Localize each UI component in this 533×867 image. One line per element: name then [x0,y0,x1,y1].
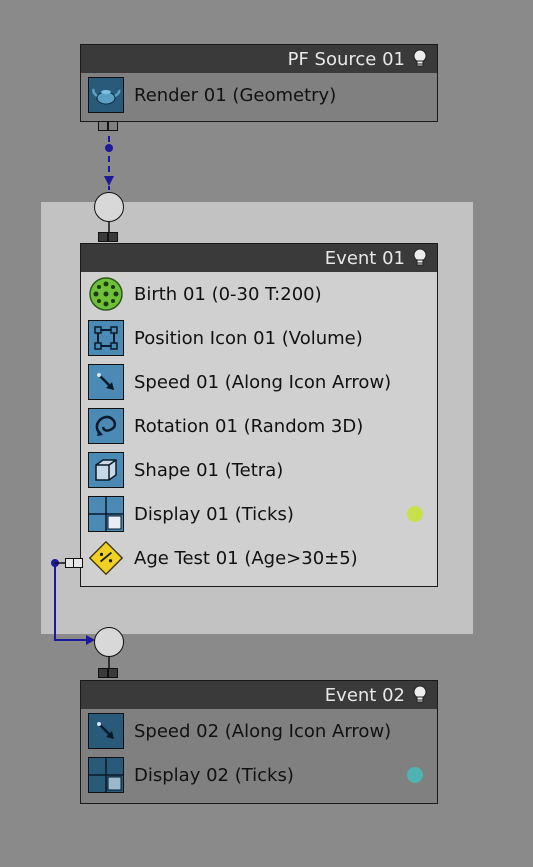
display-icon [88,496,124,532]
operator-label: Display 01 (Ticks) [134,503,294,525]
status-dot [407,767,423,783]
node-title: Event 01 [324,247,405,269]
teapot-icon [88,77,124,113]
operator-label: Age Test 01 (Age>30±5) [134,547,358,569]
event02-node[interactable]: Event 02 Speed 02 (Along Icon Arrow) Dis… [80,680,438,804]
lightbulb-icon[interactable] [411,248,429,268]
event01-node[interactable]: Event 01 Birth 01 (0-30 T:200) Position … [80,243,438,587]
speed-icon [88,364,124,400]
test-output-port[interactable] [73,558,83,568]
output-port[interactable] [98,121,108,131]
operator-label: Shape 01 (Tetra) [134,459,284,481]
lightbulb-icon[interactable] [411,685,429,705]
operator-label: Render 01 (Geometry) [134,84,337,106]
age-test-icon [88,540,124,576]
operator-row[interactable]: Rotation 01 (Random 3D) [81,404,437,448]
operator-row[interactable]: Display 02 (Ticks) [81,753,437,797]
wire-arrow [104,176,114,186]
output-port[interactable] [108,121,118,131]
node-header[interactable]: Event 02 [81,681,437,709]
shape-icon [88,452,124,488]
input-port[interactable] [98,668,108,678]
lightbulb-icon[interactable] [411,49,429,69]
event02-input-connector[interactable] [94,627,124,657]
event01-input-connector[interactable] [94,192,124,222]
node-title: Event 02 [324,684,405,706]
node-title: PF Source 01 [287,48,405,70]
speed-icon [88,713,124,749]
rotation-icon [88,408,124,444]
input-port[interactable] [98,232,108,242]
operator-label: Speed 02 (Along Icon Arrow) [134,720,392,742]
wire-dot [105,144,113,152]
input-port[interactable] [108,232,118,242]
operator-row[interactable]: Shape 01 (Tetra) [81,448,437,492]
operator-label: Position Icon 01 (Volume) [134,327,363,349]
status-dot [407,506,423,522]
operator-row[interactable]: Age Test 01 (Age>30±5) [81,536,437,580]
display-icon [88,757,124,793]
operator-row[interactable]: Speed 02 (Along Icon Arrow) [81,709,437,753]
birth-icon [88,276,124,312]
operator-row[interactable]: Display 01 (Ticks) [81,492,437,536]
operator-label: Display 02 (Ticks) [134,764,294,786]
operator-label: Birth 01 (0-30 T:200) [134,283,322,305]
input-port[interactable] [108,668,118,678]
operator-row[interactable]: Birth 01 (0-30 T:200) [81,272,437,316]
pf-source-node[interactable]: PF Source 01 Render 01 (Geometry) [80,44,438,122]
node-header[interactable]: PF Source 01 [81,45,437,73]
operator-row[interactable]: Position Icon 01 (Volume) [81,316,437,360]
operator-label: Speed 01 (Along Icon Arrow) [134,371,392,393]
node-header[interactable]: Event 01 [81,244,437,272]
position-icon [88,320,124,356]
operator-row[interactable]: Speed 01 (Along Icon Arrow) [81,360,437,404]
operator-label: Rotation 01 (Random 3D) [134,415,364,437]
operator-row[interactable]: Render 01 (Geometry) [81,73,437,117]
